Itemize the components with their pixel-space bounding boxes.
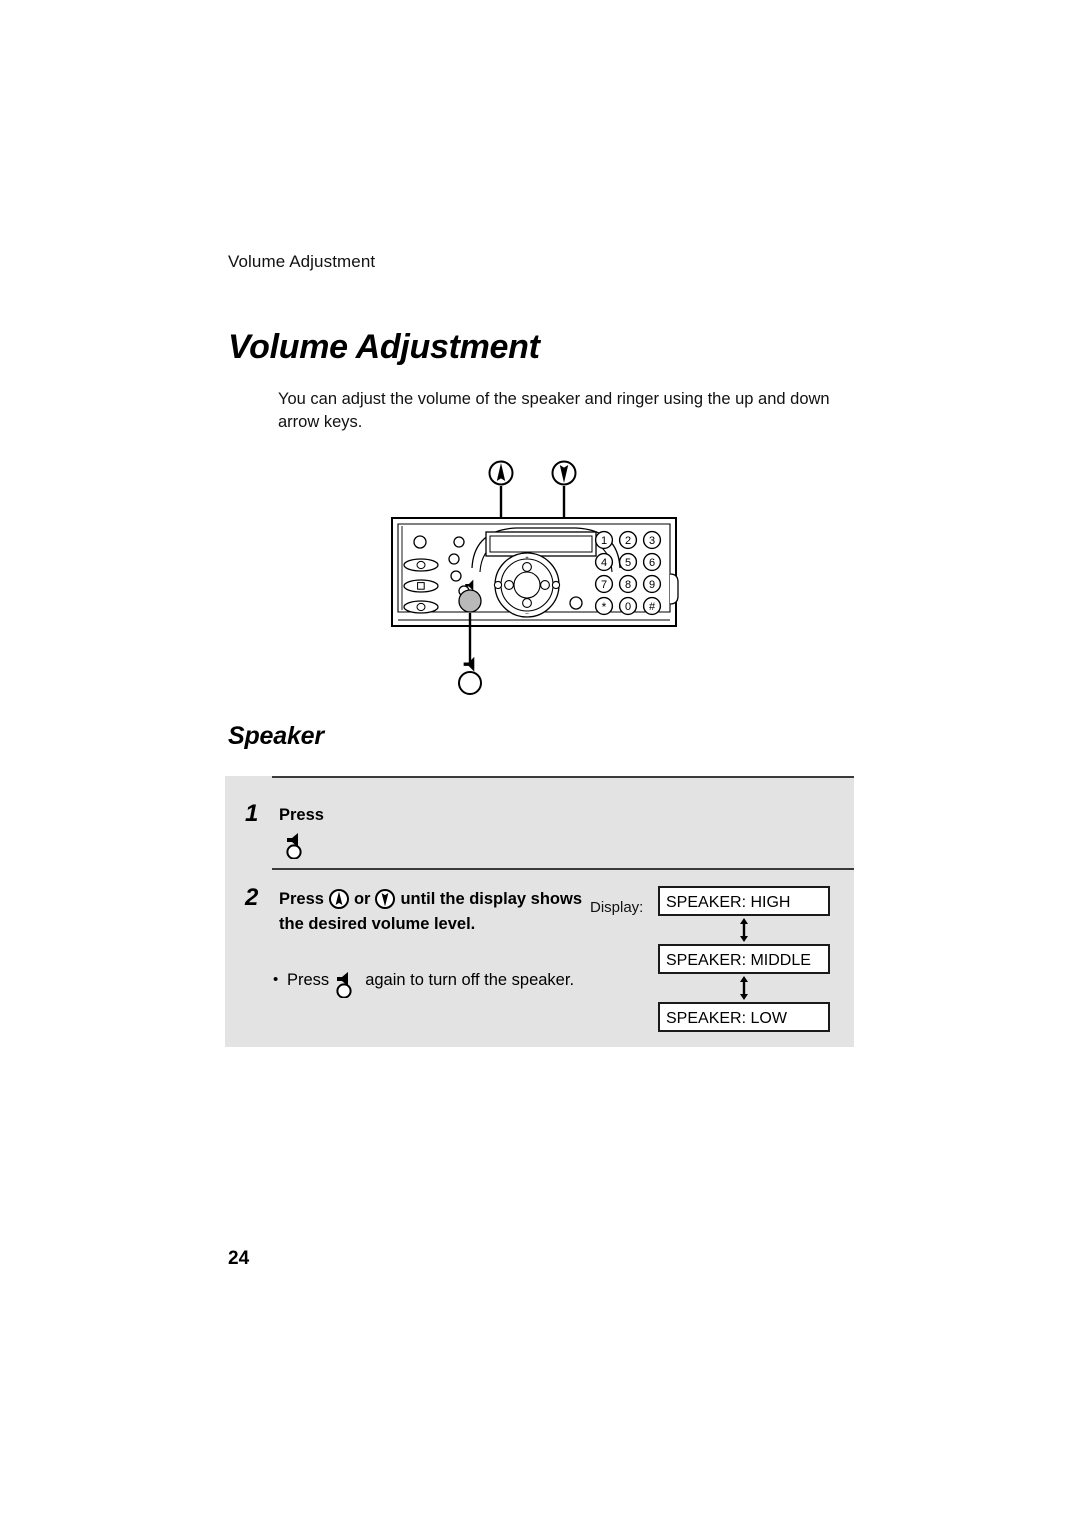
svg-text:0: 0 [625, 601, 631, 613]
display-box-high: SPEAKER: HIGH [658, 886, 830, 916]
step-2-text: Press or until the display shows the des… [279, 887, 609, 937]
step-2-text-before: Press [279, 890, 324, 908]
keypad-key: 1 [594, 530, 614, 550]
intro-paragraph: You can adjust the volume of the speaker… [278, 390, 830, 431]
double-headed-vertical-arrow-icon [658, 916, 830, 944]
keypad-key: 0 [618, 596, 638, 616]
dial-down-key [522, 598, 532, 608]
svg-text:2: 2 [625, 535, 631, 547]
callout-speaker-key-icon [458, 656, 482, 695]
section-title-speaker: Speaker [228, 722, 324, 750]
svg-text:5: 5 [625, 557, 631, 569]
keypad-key: 2 [618, 530, 638, 550]
navigation-dial: + – [493, 552, 561, 618]
keypad-key: 3 [642, 530, 662, 550]
dial-right-key [540, 580, 550, 590]
svg-text:#: # [649, 601, 656, 613]
display-label: Display: [590, 899, 644, 916]
running-header: Volume Adjustment [228, 252, 376, 271]
display-box-middle: SPEAKER: MIDDLE [658, 944, 830, 974]
step-2-number: 2 [245, 884, 259, 911]
step-2-bullet-note: • Press again to turn off the speaker. [273, 963, 583, 998]
keypad-key: 8 [618, 574, 638, 594]
svg-text:7: 7 [601, 579, 607, 591]
keypad-key: 6 [642, 552, 662, 572]
svg-text:4: 4 [601, 557, 607, 569]
panel-divider-top [272, 776, 854, 778]
bullet-text-before: Press [287, 971, 330, 989]
svg-text:6: 6 [649, 557, 655, 569]
svg-text:+: + [525, 556, 529, 562]
steps-panel: 1 Press 2 Press or until the display sho… [225, 776, 854, 1047]
speaker-key-icon [284, 831, 310, 859]
svg-text:9: 9 [649, 579, 655, 591]
step-1-text-before: Press [279, 806, 324, 824]
keypad-key: 7 [594, 574, 614, 594]
step-1-text: Press [279, 803, 324, 859]
svg-text:3: 3 [649, 535, 655, 547]
step-2-text-after: until the display shows the desired volu… [279, 890, 582, 933]
keypad-key: * [594, 596, 614, 616]
up-arrow-key-icon [328, 888, 350, 910]
step-2-conjunction: or [353, 890, 371, 908]
bullet-text-after: again to turn off the speaker. [365, 971, 575, 989]
down-arrow-key-icon [374, 888, 396, 910]
keypad-key: 9 [642, 574, 662, 594]
svg-text:*: * [602, 600, 607, 614]
dial-left-key [504, 580, 514, 590]
keypad-key: # [642, 596, 662, 616]
dial-up-key [522, 562, 532, 572]
control-panel-drawing: + – 1 2 3 4 5 6 7 8 9 * 0 # [391, 460, 679, 695]
speaker-key-icon [334, 970, 360, 998]
indicator-lamp [413, 535, 427, 549]
control-panel-illustration: + – 1 2 3 4 5 6 7 8 9 * 0 # [380, 450, 700, 700]
step-1-number: 1 [245, 800, 259, 827]
svg-text:1: 1 [601, 535, 607, 547]
bullet-marker: • [273, 971, 279, 988]
page-number: 24 [228, 1248, 250, 1269]
panel-divider-middle [272, 868, 854, 870]
keypad-key: 5 [618, 552, 638, 572]
display-box-low: SPEAKER: LOW [658, 1002, 830, 1032]
page-title: Volume Adjustment [228, 328, 540, 366]
keypad-key: 4 [594, 552, 614, 572]
start-key [569, 596, 583, 610]
double-headed-vertical-arrow-icon [658, 974, 830, 1002]
svg-text:8: 8 [625, 579, 631, 591]
display-box-list: SPEAKER: HIGH SPEAKER: MIDDLE SPEAKER: L… [658, 886, 830, 1032]
